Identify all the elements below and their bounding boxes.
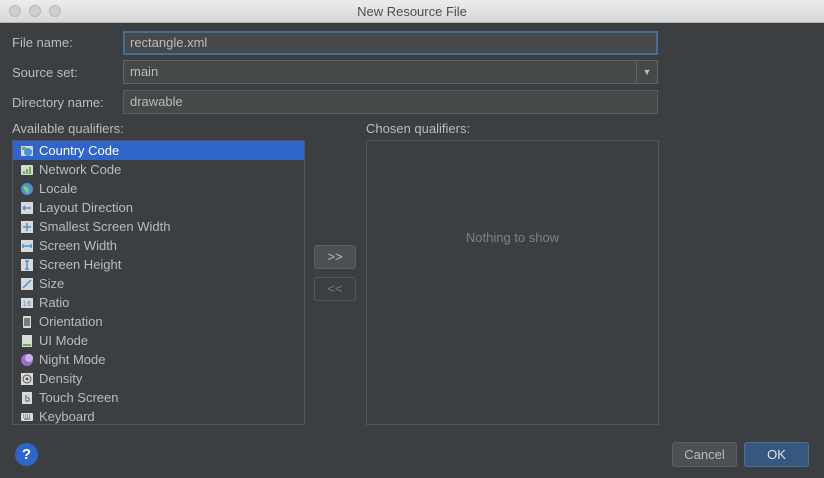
smallest-width-icon xyxy=(20,220,34,234)
title-bar: New Resource File xyxy=(0,0,824,23)
qualifier-item[interactable]: Country Code xyxy=(13,141,304,160)
qualifier-label: Keyboard xyxy=(39,409,95,424)
empty-list-text: Nothing to show xyxy=(465,230,560,245)
window-title: New Resource File xyxy=(357,4,467,19)
qualifier-label: Density xyxy=(39,371,83,386)
source-set-value: main xyxy=(130,64,159,79)
size-icon xyxy=(20,277,34,291)
qualifier-label: UI Mode xyxy=(39,333,89,348)
close-window-button[interactable] xyxy=(9,5,21,17)
qualifier-item[interactable]: Density xyxy=(13,369,304,388)
qualifier-label: Ratio xyxy=(39,295,70,310)
minimize-window-button[interactable] xyxy=(29,5,41,17)
network-code-icon xyxy=(20,163,34,177)
chosen-qualifiers-list[interactable]: Nothing to show xyxy=(366,140,659,425)
ui-mode-icon xyxy=(20,334,34,348)
ratio-icon: 16 xyxy=(20,296,34,310)
country-code-icon xyxy=(20,144,34,158)
ok-button[interactable]: OK xyxy=(744,442,809,467)
qualifier-label: Orientation xyxy=(39,314,103,329)
qualifier-label: Smallest Screen Width xyxy=(39,219,171,234)
qualifier-label: Network Code xyxy=(39,162,122,177)
qualifier-item[interactable]: UI Mode xyxy=(13,331,304,350)
qualifier-label: Night Mode xyxy=(39,352,106,367)
source-set-label: Source set: xyxy=(12,65,78,80)
chevron-down-icon[interactable]: ▼ xyxy=(636,61,657,83)
remove-qualifier-button[interactable]: << xyxy=(314,277,356,301)
svg-text:16: 16 xyxy=(23,300,32,308)
directory-name-input[interactable]: drawable xyxy=(123,90,658,114)
screen-height-icon xyxy=(20,258,34,272)
qualifier-item[interactable]: Touch Screen xyxy=(13,388,304,407)
qualifier-item[interactable]: Size xyxy=(13,274,304,293)
qualifier-item[interactable]: Night Mode xyxy=(13,350,304,369)
qualifier-item[interactable]: Smallest Screen Width xyxy=(13,217,304,236)
help-button[interactable]: ? xyxy=(15,443,38,466)
qualifier-item[interactable]: Screen Height xyxy=(13,255,304,274)
qualifier-label: Locale xyxy=(39,181,78,196)
cancel-button[interactable]: Cancel xyxy=(672,442,737,467)
qualifier-label: Screen Width xyxy=(39,238,118,253)
touch-screen-icon xyxy=(20,391,34,405)
qualifier-item[interactable]: 16 Ratio xyxy=(13,293,304,312)
qualifier-label: Touch Screen xyxy=(39,390,119,405)
source-set-dropdown[interactable]: main ▼ xyxy=(123,60,658,84)
qualifier-item[interactable]: Keyboard xyxy=(13,407,304,424)
qualifier-item[interactable]: Network Code xyxy=(13,160,304,179)
file-name-label: File name: xyxy=(12,35,73,50)
keyboard-icon xyxy=(20,410,34,424)
qualifier-item[interactable]: Locale xyxy=(13,179,304,198)
qualifier-item[interactable]: Orientation xyxy=(13,312,304,331)
density-icon xyxy=(20,372,34,386)
qualifier-item[interactable]: Layout Direction xyxy=(13,198,304,217)
qualifier-label: Size xyxy=(39,276,65,291)
file-name-input[interactable]: rectangle.xml xyxy=(123,31,658,55)
qualifier-label: Layout Direction xyxy=(39,200,133,215)
available-qualifiers-label: Available qualifiers: xyxy=(12,121,124,136)
directory-name-label: Directory name: xyxy=(12,95,104,110)
qualifier-item[interactable]: Screen Width xyxy=(13,236,304,255)
screen-width-icon xyxy=(20,239,34,253)
layout-direction-icon xyxy=(20,201,34,215)
add-qualifier-button[interactable]: >> xyxy=(314,245,356,269)
qualifier-label: Screen Height xyxy=(39,257,122,272)
night-mode-icon xyxy=(20,353,34,367)
zoom-window-button[interactable] xyxy=(49,5,61,17)
globe-icon xyxy=(20,182,34,196)
qualifier-label: Country Code xyxy=(39,143,120,158)
available-qualifiers-list[interactable]: Country Code Network Code Locale Layout Dir… xyxy=(12,140,305,425)
chosen-qualifiers-label: Chosen qualifiers: xyxy=(366,121,471,136)
orientation-icon xyxy=(20,315,34,329)
